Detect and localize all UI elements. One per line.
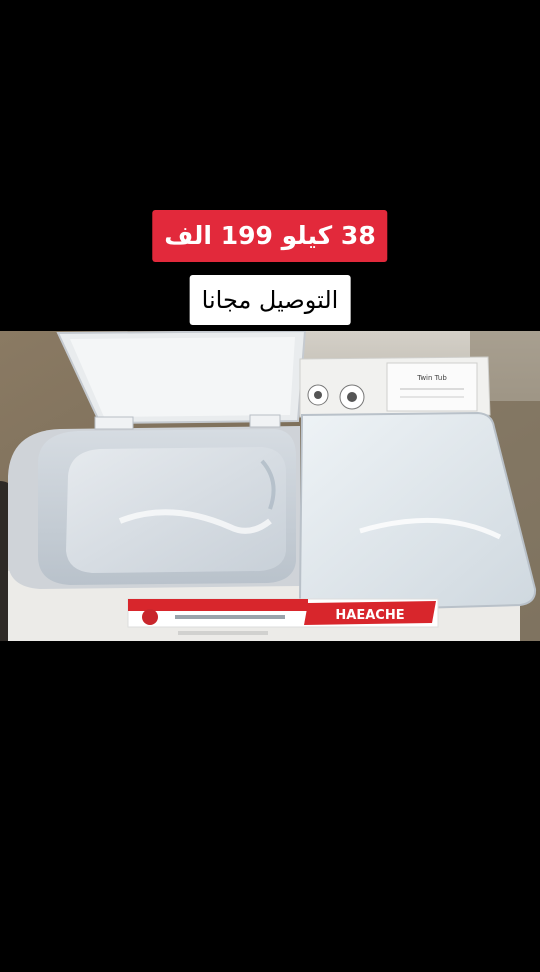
- panel-label-plate: [386, 362, 478, 412]
- lid-hinge-left: [94, 416, 134, 430]
- washing-machine-photo: Twin Tub HAEACHE: [0, 331, 540, 641]
- price-caption: 38 كيلو 199 الف: [152, 210, 388, 262]
- brand-text: HAEACHE: [335, 608, 404, 623]
- delivery-caption: التوصيل مجانا: [189, 275, 351, 325]
- lid-hinge-right: [249, 414, 281, 428]
- panel-label-text: Twin Tub: [416, 374, 447, 382]
